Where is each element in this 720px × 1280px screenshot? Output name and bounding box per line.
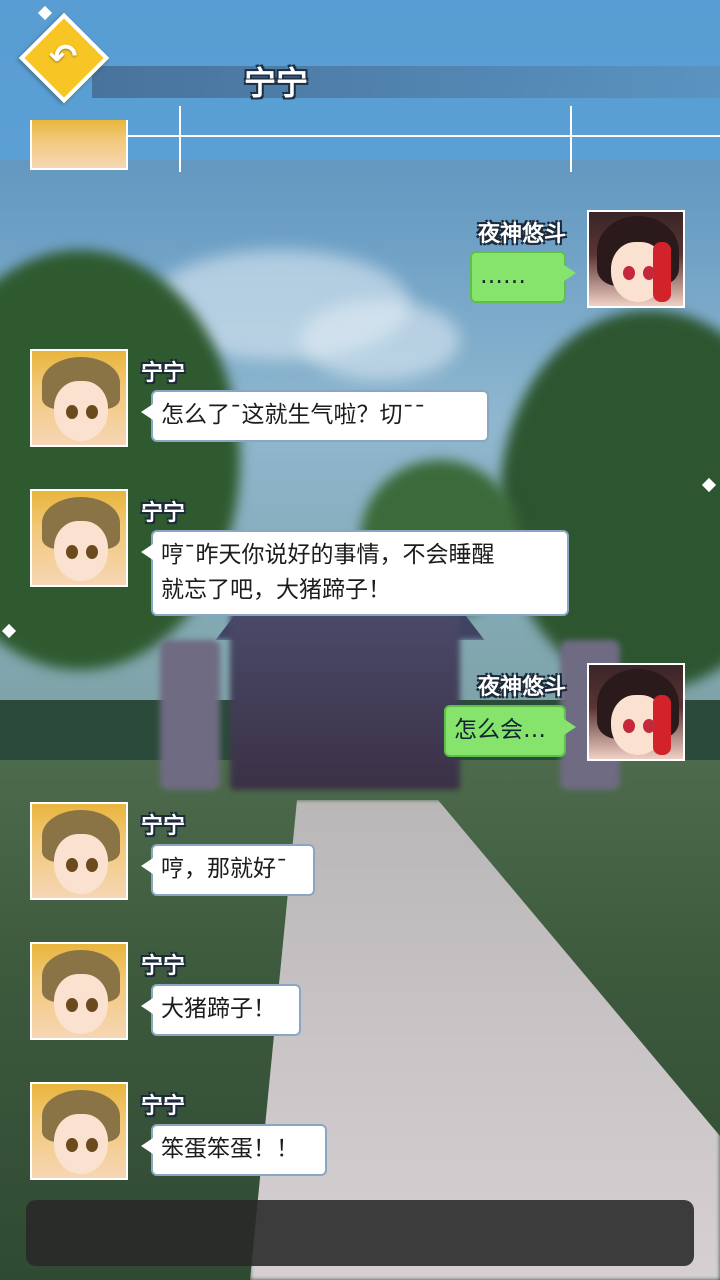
shrine — [230, 610, 460, 790]
speaker-name: 宁宁 — [141, 954, 186, 979]
chat-bubble-other: 笨蛋笨蛋！！ — [141, 1124, 327, 1176]
page-title: 宁宁 — [244, 64, 309, 102]
speaker-name: 宁宁 — [141, 1094, 186, 1119]
chat-bubble-other: 大猪蹄子！ — [141, 984, 301, 1036]
avatar-ningning — [30, 802, 128, 900]
avatar-ningning — [30, 120, 128, 170]
reply-input-bar[interactable] — [26, 1200, 694, 1266]
stone-lantern — [160, 640, 220, 790]
speaker-name: 宁宁 — [141, 361, 186, 386]
chat-bubble-other: 哼¯昨天你说好的事情，不会睡醒 就忘了吧，大猪蹄子！ — [141, 530, 569, 616]
cloud — [300, 300, 460, 380]
speaker-name: 夜神悠斗 — [477, 675, 566, 700]
avatar-yoto — [587, 210, 685, 308]
chat-bubble-other: 哼，那就好¯ — [141, 844, 315, 896]
divider-tick — [570, 106, 572, 172]
avatar-ningning — [30, 942, 128, 1040]
avatar-ningning — [30, 1082, 128, 1180]
speaker-name: 宁宁 — [141, 501, 186, 526]
chat-bubble-other: 怎么了¯这就生气啦？切¯¯ — [141, 390, 489, 442]
title-strip — [92, 66, 720, 98]
avatar-ningning — [30, 489, 128, 587]
back-arrow-icon: ↶ — [48, 37, 78, 77]
speaker-name: 夜神悠斗 — [477, 222, 566, 247]
avatar-ningning — [30, 349, 128, 447]
back-button[interactable]: ↶ — [18, 12, 110, 104]
divider-tick — [179, 106, 181, 172]
chat-bubble-self: 怎么会… — [444, 705, 576, 757]
avatar-yoto — [587, 663, 685, 761]
header-divider — [64, 135, 720, 137]
chat-bubble-self: …… — [470, 251, 576, 303]
speaker-name: 宁宁 — [141, 814, 186, 839]
